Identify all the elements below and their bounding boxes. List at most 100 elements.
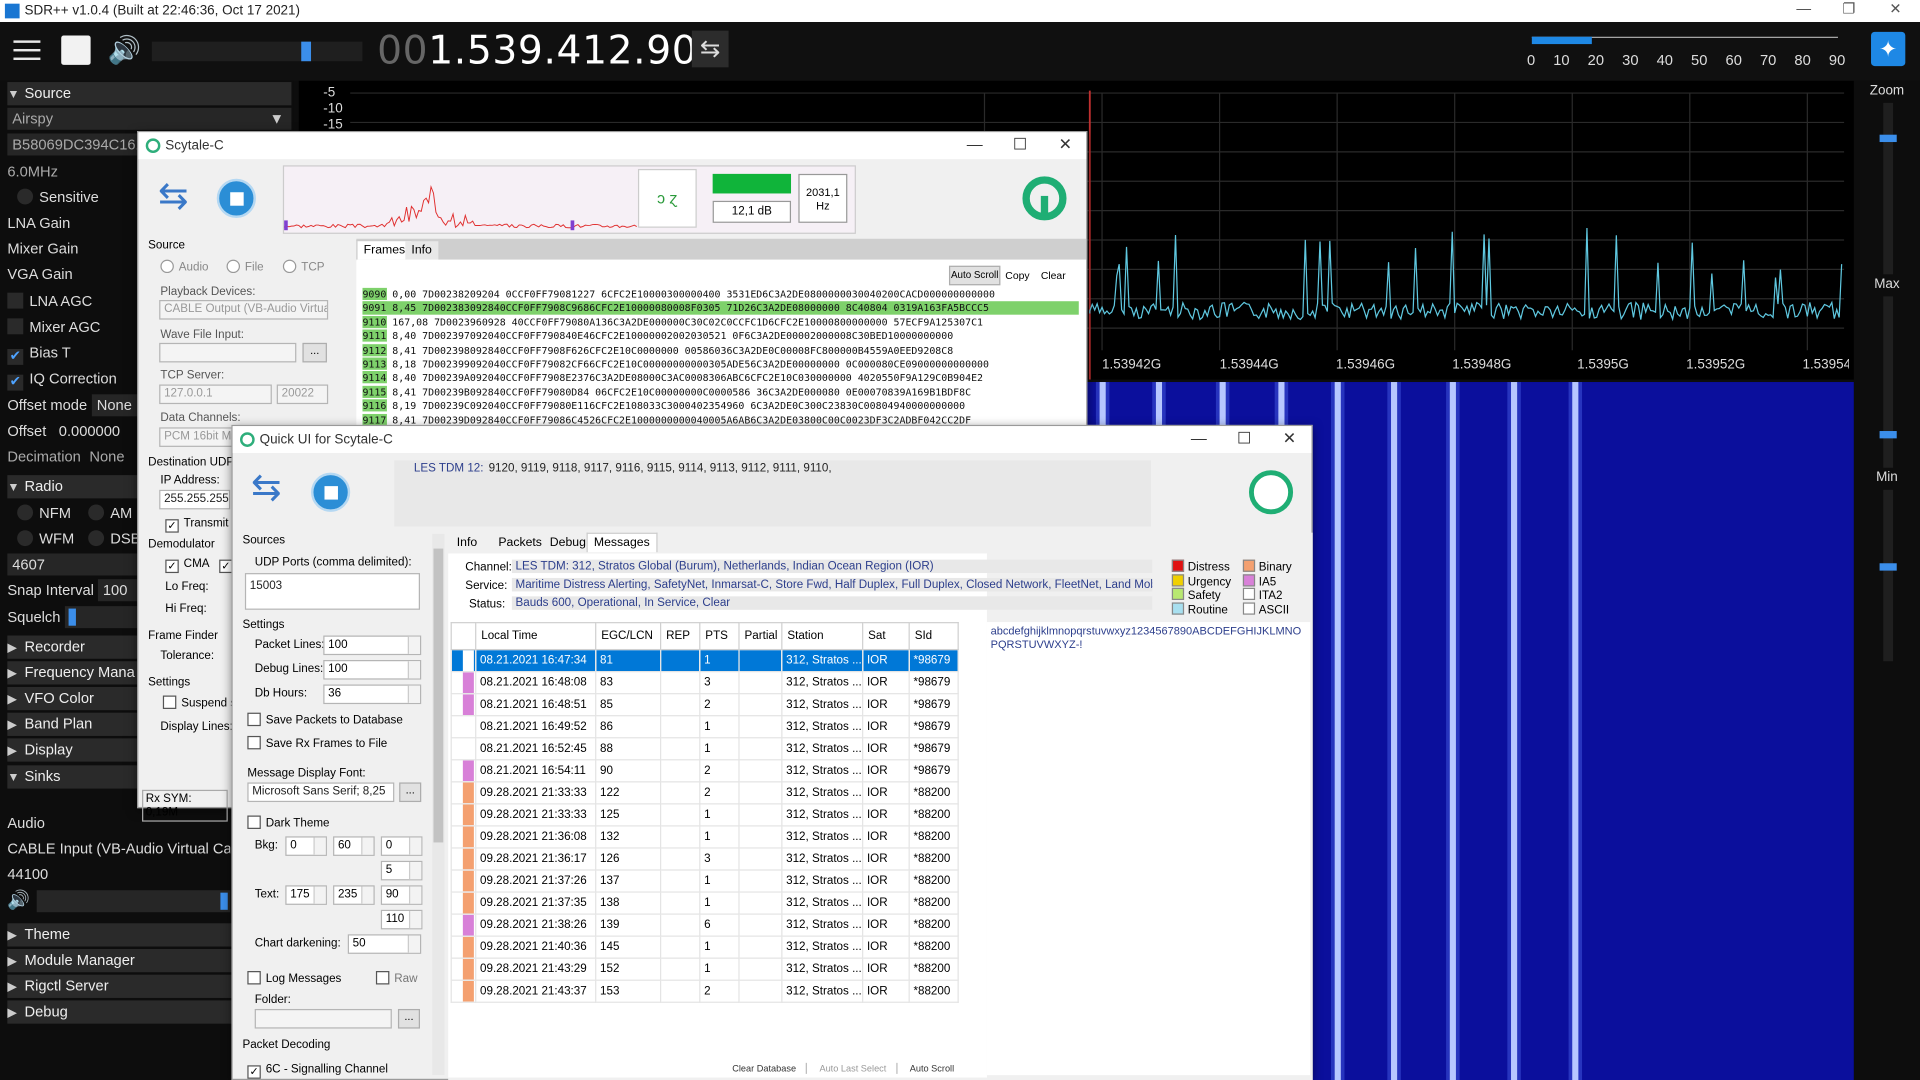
min-slider[interactable] bbox=[1879, 489, 1897, 662]
bias-t-checkbox[interactable]: ✔ Bias T bbox=[7, 342, 71, 365]
maximize-icon[interactable]: ☐ bbox=[1005, 135, 1034, 155]
swap-arrows-icon[interactable]: ⇆ bbox=[251, 470, 293, 509]
wave-file-input[interactable] bbox=[159, 342, 297, 363]
frame-line[interactable]: 9116 8,19 7D00239C092040CCF0FF79080E116C… bbox=[362, 399, 1078, 412]
frame-line[interactable]: 9110 167,08 7D0023960928 40CCF0FF79080A1… bbox=[362, 315, 1078, 329]
table-row[interactable]: 09.28.2021 21:36:08 132 1 312, Stratos ... I… bbox=[450, 825, 959, 849]
ip-address-input[interactable]: 255.255.255.255 bbox=[159, 489, 231, 510]
signalling-channel-checkbox[interactable]: ✓ 6C - Signalling Channel bbox=[247, 1063, 388, 1079]
device-serial[interactable]: B58069DC394C1613 bbox=[7, 133, 140, 156]
left-scrollbar[interactable] bbox=[432, 533, 445, 1076]
text-g-input[interactable]: 235 bbox=[333, 885, 375, 905]
tuning-mode-button[interactable]: ⇆ bbox=[691, 30, 729, 68]
table-row[interactable]: 08.21.2021 16:54:11 90 2 312, Stratos ... IO… bbox=[450, 759, 959, 783]
udp-ports-input[interactable]: 15003 bbox=[244, 573, 421, 610]
data-channels-select[interactable]: PCM 16bit Mono bbox=[159, 427, 233, 447]
column-header[interactable]: REP bbox=[660, 622, 701, 651]
bkg-b-input[interactable]: 0 bbox=[380, 836, 423, 856]
stop-button[interactable] bbox=[216, 178, 256, 218]
chart-darkening-input[interactable]: 50 bbox=[347, 934, 422, 954]
column-header[interactable]: Local Time bbox=[475, 622, 597, 651]
frame-line[interactable]: 9115 8,41 7D00239B092840CCF0FF79080D84 0… bbox=[362, 385, 1078, 398]
table-row[interactable]: 09.28.2021 21:33:33 122 2 312, Stratos ... I… bbox=[450, 781, 959, 805]
minimize-icon[interactable]: — bbox=[960, 135, 989, 153]
squelch-slider[interactable] bbox=[64, 606, 140, 629]
mixer-agc-checkbox[interactable]: Mixer AGC bbox=[7, 316, 100, 338]
src-file-radio[interactable]: File bbox=[226, 259, 264, 274]
volume-icon[interactable]: 🔊 bbox=[108, 34, 142, 66]
table-row[interactable]: 09.28.2021 21:33:33 125 1 312, Stratos ... I… bbox=[450, 803, 959, 827]
close-icon[interactable]: ✕ bbox=[1051, 135, 1080, 155]
playback-devices-select[interactable]: CABLE Output (VB-Audio Virtua bbox=[159, 300, 329, 320]
column-header[interactable]: Station bbox=[781, 622, 864, 651]
volume-slider[interactable] bbox=[151, 41, 363, 62]
stop-button[interactable] bbox=[61, 35, 91, 65]
text-a-input[interactable]: 110 bbox=[380, 909, 423, 930]
stop-button[interactable] bbox=[311, 472, 351, 512]
swap-arrows-icon[interactable]: ⇆ bbox=[158, 178, 200, 218]
source-section-header[interactable]: ▼ Source bbox=[7, 82, 292, 106]
sensitive-radio[interactable]: Sensitive bbox=[17, 186, 99, 208]
browse-folder-button[interactable]: ... bbox=[397, 1008, 421, 1029]
sink-volume-slider[interactable] bbox=[36, 890, 231, 913]
column-header[interactable]: PTS bbox=[699, 622, 740, 651]
audio-device-select[interactable]: CABLE Input (VB-Audio Virtual Cable) bbox=[7, 838, 230, 860]
wfm-radio[interactable]: WFM bbox=[17, 528, 74, 550]
dsb-radio[interactable]: DSB bbox=[88, 528, 140, 550]
tab-debug[interactable]: Debug bbox=[544, 534, 592, 554]
frame-line[interactable]: 9112 8,41 7D002398092840CCF0FF7908F626CF… bbox=[362, 343, 1078, 357]
suspend-checkbox[interactable]: Suspend s bbox=[162, 695, 236, 710]
tab-info[interactable]: Info bbox=[405, 241, 438, 261]
offset-mode-select[interactable]: None bbox=[91, 394, 141, 417]
bkg-a-input[interactable]: 5 bbox=[380, 860, 423, 881]
zoom-slider[interactable] bbox=[1879, 102, 1897, 275]
minimize-icon[interactable]: — bbox=[1785, 0, 1822, 17]
message-font-input[interactable]: Microsoft Sans Serif; 8,25 bbox=[247, 782, 395, 803]
bkg-g-input[interactable]: 60 bbox=[333, 836, 375, 856]
samplerate-select[interactable]: 6.0MHz bbox=[7, 160, 58, 182]
transmit-checkbox[interactable]: ✓ Transmit bbox=[165, 517, 229, 533]
folder-input[interactable] bbox=[254, 1008, 392, 1029]
clear-button[interactable]: Clear bbox=[1041, 269, 1066, 281]
table-row[interactable]: 08.21.2021 16:48:51 85 2 312, Stratos ... IO… bbox=[450, 693, 959, 717]
tab-frames[interactable]: Frames bbox=[356, 240, 413, 260]
lna-agc-checkbox[interactable]: LNA AGC bbox=[7, 290, 92, 312]
text-r-input[interactable]: 175 bbox=[285, 885, 327, 905]
src-tcp-radio[interactable]: TCP bbox=[282, 259, 324, 274]
decimation-select[interactable]: None bbox=[89, 446, 124, 468]
tab-messages[interactable]: Messages bbox=[586, 532, 658, 553]
bandwidth-input[interactable]: 4607 bbox=[7, 553, 140, 576]
db-hours-input[interactable]: 36 bbox=[323, 684, 422, 705]
bkg-r-input[interactable]: 0 bbox=[285, 836, 327, 856]
frame-line[interactable]: 9091 8,45 7D002383092840CCF0FF7908C9686C… bbox=[362, 301, 1079, 316]
auto-last-select-button[interactable]: Auto Last Select bbox=[809, 1062, 898, 1074]
tcp-port-input[interactable]: 20022 bbox=[276, 384, 329, 405]
table-row[interactable]: 09.28.2021 21:40:36 145 1 312, Stratos ... I… bbox=[450, 935, 959, 959]
max-slider[interactable] bbox=[1879, 296, 1897, 468]
frame-line[interactable]: 9090 0,00 7D00238209204 0CCF0FF79081227 … bbox=[362, 287, 1078, 301]
frame-line[interactable]: 9113 8,18 7D002399092040CCF0FF79082CF66C… bbox=[362, 357, 1078, 371]
source-select[interactable]: Airspy ▼ bbox=[7, 107, 292, 130]
column-header[interactable]: SId bbox=[908, 622, 959, 651]
frame-line[interactable]: 9111 8,40 7D002397092040CCF0FF790840E46C… bbox=[362, 329, 1078, 343]
column-header[interactable]: Partial bbox=[738, 622, 783, 651]
am-radio[interactable]: AM bbox=[88, 502, 132, 524]
tab-packets[interactable]: Packets bbox=[492, 534, 548, 554]
frequency-display[interactable]: 001.539.412.900 bbox=[377, 27, 723, 74]
max-slider-thumb[interactable] bbox=[1879, 431, 1897, 439]
close-icon[interactable]: ✕ bbox=[1877, 0, 1914, 17]
zoom-slider-thumb[interactable] bbox=[1879, 134, 1897, 143]
table-row[interactable]: 09.28.2021 21:36:17 126 3 312, Stratos ... I… bbox=[450, 847, 959, 871]
packet-lines-input[interactable]: 100 bbox=[323, 635, 422, 656]
auto-scroll-button[interactable]: Auto Scroll bbox=[948, 265, 1001, 286]
nfm-radio[interactable]: NFM bbox=[17, 502, 71, 524]
maximize-icon[interactable]: ☐ bbox=[1229, 429, 1258, 449]
min-slider-thumb[interactable] bbox=[1879, 563, 1897, 571]
close-icon[interactable]: ✕ bbox=[1275, 429, 1304, 449]
debug-lines-input[interactable]: 100 bbox=[323, 660, 422, 680]
tab-info[interactable]: Info bbox=[451, 534, 484, 554]
font-picker-button[interactable]: ... bbox=[399, 782, 422, 803]
browse-wave-button[interactable]: ... bbox=[302, 342, 327, 363]
log-messages-checkbox[interactable]: Log Messages bbox=[247, 971, 341, 986]
offset-value[interactable]: 0.000000 bbox=[59, 420, 120, 442]
